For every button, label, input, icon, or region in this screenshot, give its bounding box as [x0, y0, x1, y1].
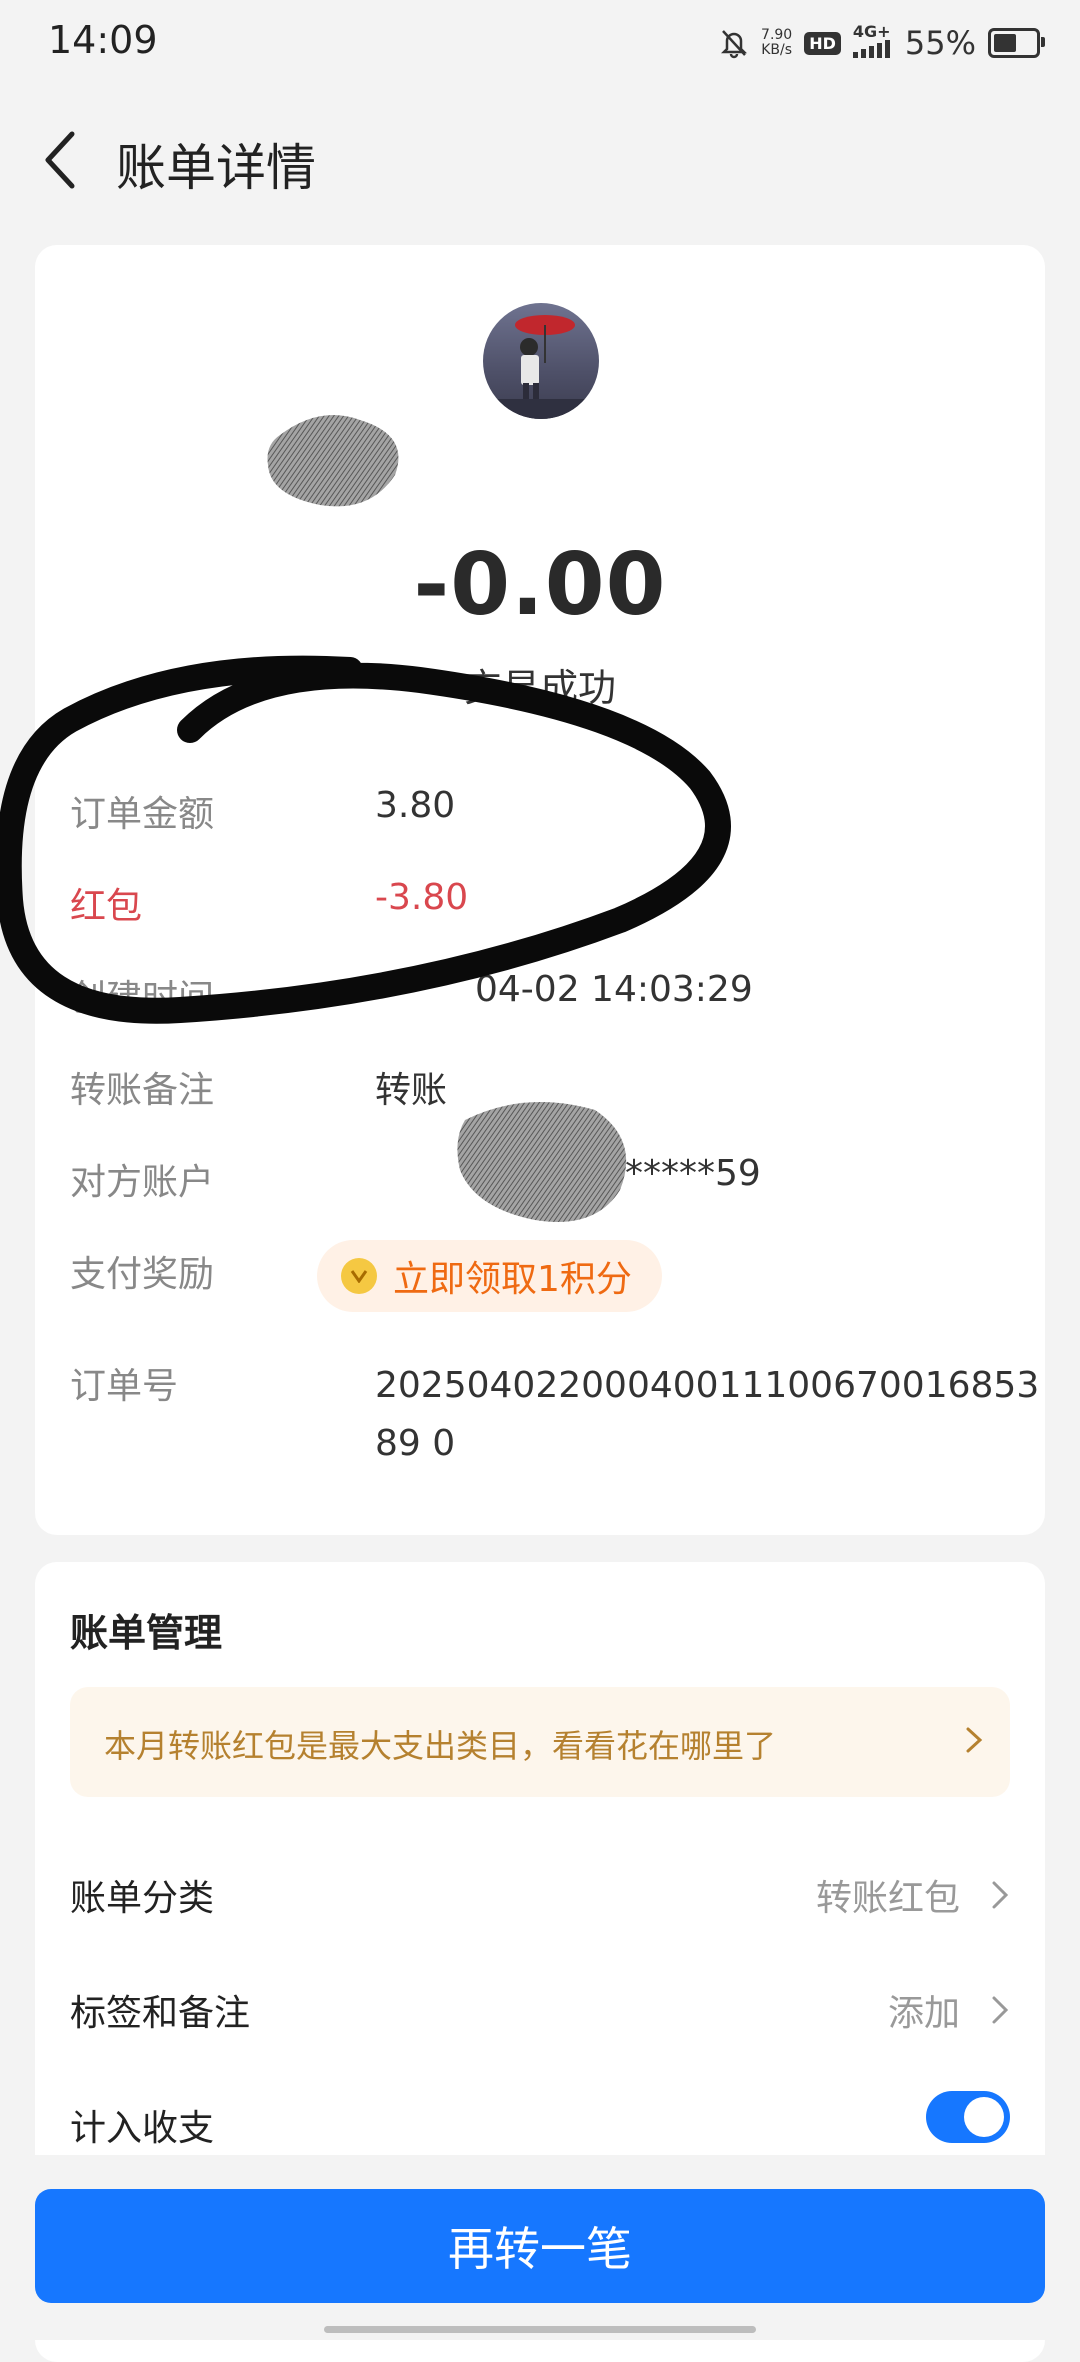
signal-icon: 4G+ — [852, 24, 893, 62]
created-time-value: 04-02 14:03:29 — [475, 969, 753, 1010]
order-amount-row: 订单金额 3.80 — [70, 785, 1010, 845]
chevron-right-icon — [992, 1996, 1009, 2024]
transaction-status: 交易成功 — [463, 666, 616, 710]
status-icons: 7.90 KB/s HD 4G+ 55% — [719, 20, 1045, 66]
tags-notes-value: 添加 — [887, 1993, 960, 2034]
redaction-scribble — [457, 1102, 627, 1222]
red-packet-label: 红包 — [70, 886, 143, 927]
home-indicator[interactable] — [324, 2326, 756, 2333]
battery-percent: 55% — [904, 24, 976, 62]
order-number-label: 订单号 — [70, 1366, 179, 1407]
banner-text: 本月转账红包是最大支出类目，看看花在哪里了 — [104, 1727, 777, 1765]
status-bar: 14:09 7.90 KB/s HD 4G+ 55% — [0, 0, 1080, 84]
status-time: 14:09 — [48, 18, 158, 62]
mute-icon — [719, 27, 749, 59]
note-value: 转账 — [375, 1070, 448, 1111]
transfer-again-button[interactable]: 再转一笔 — [35, 2189, 1045, 2303]
bill-category-value: 转账红包 — [815, 1878, 960, 1919]
account-label: 对方账户 — [70, 1162, 215, 1203]
tags-notes-row[interactable]: 标签和备注 添加 — [70, 1972, 1010, 2052]
created-time-label: 创建时间 — [70, 978, 215, 1019]
tags-notes-label: 标签和备注 — [70, 1993, 251, 2034]
bill-category-row[interactable]: 账单分类 转账红包 — [70, 1857, 1010, 1937]
hd-badge: HD — [804, 31, 841, 55]
back-button[interactable] — [30, 122, 90, 198]
top-bar: 账单详情 — [0, 110, 1080, 210]
chevron-right-icon — [992, 1881, 1009, 1909]
network-speed: 7.90 KB/s — [761, 27, 793, 58]
section-title: 账单管理 — [70, 1611, 223, 1655]
avatar[interactable] — [483, 303, 599, 419]
created-time-row: 创建时间 04-02 14:03:29 — [70, 969, 1010, 1029]
battery-level — [994, 34, 1016, 52]
order-amount-value: 3.80 — [375, 785, 456, 826]
battery-icon — [988, 28, 1045, 58]
redaction-scribble — [267, 415, 399, 507]
reward-label: 支付奖励 — [70, 1254, 215, 1295]
bill-category-label: 账单分类 — [70, 1878, 215, 1919]
order-amount-label: 订单金额 — [70, 794, 215, 835]
spending-insight-banner[interactable]: 本月转账红包是最大支出类目，看看花在哪里了 — [70, 1687, 1010, 1797]
bottom-action-bar: 再转一笔 — [0, 2155, 1080, 2340]
count-income-toggle[interactable] — [926, 2091, 1010, 2143]
back-chevron-icon — [45, 131, 75, 189]
order-number-row: 订单号 2025040220004001110067001685389 0 — [70, 1357, 1039, 1477]
note-label: 转账备注 — [70, 1070, 215, 1111]
toggle-knob — [964, 2097, 1004, 2137]
red-packet-row: 红包 -3.80 — [70, 877, 1010, 937]
claim-points-label: 立即领取1积分 — [393, 1259, 632, 1300]
coin-icon — [341, 1258, 377, 1294]
account-value: *****59 — [625, 1153, 761, 1194]
page-title: 账单详情 — [116, 139, 316, 197]
bill-detail-card: -0.00 交易成功 订单金额 3.80 红包 -3.80 创建时间 04-02… — [35, 245, 1045, 1535]
amount: -0.00 — [413, 535, 667, 635]
chevron-right-icon — [966, 1727, 983, 1753]
claim-points-button[interactable]: 立即领取1积分 — [317, 1240, 662, 1312]
red-packet-value: -3.80 — [375, 877, 469, 918]
count-income-label: 计入收支 — [70, 2108, 215, 2149]
order-number-value: 2025040220004001110067001685389 0 — [375, 1365, 1040, 1464]
